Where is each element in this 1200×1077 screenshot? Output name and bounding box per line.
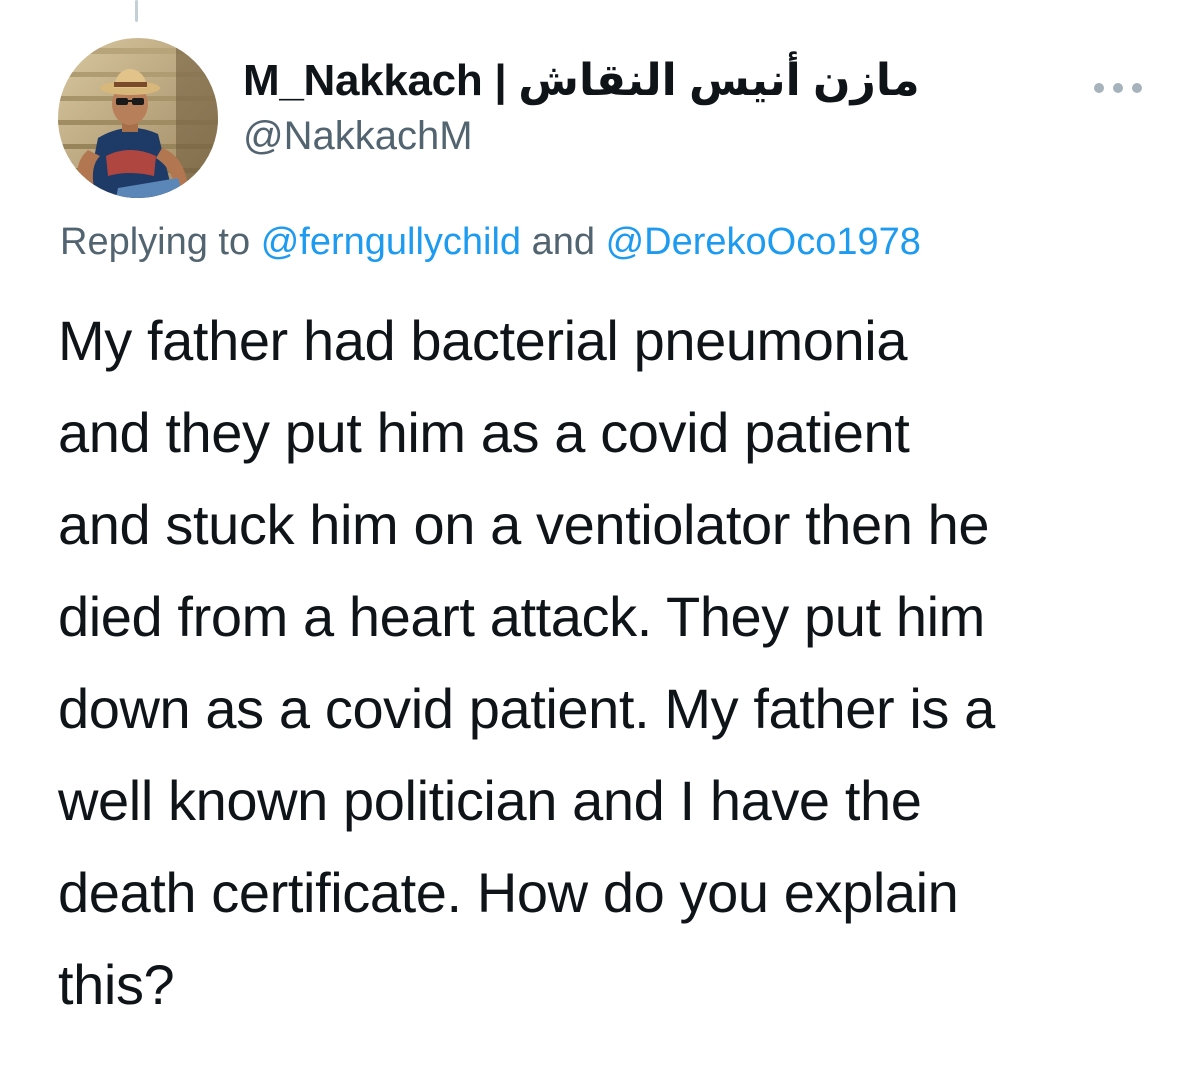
tweet-text-line: down as a covid patient. My father is a <box>58 677 995 740</box>
thread-connector-line <box>135 0 138 22</box>
tweet-text-line: death certificate. How do you explain <box>58 861 959 924</box>
tweet-text-line: died from a heart attack. They put him <box>58 585 985 648</box>
tweet-text-line: this? <box>58 953 175 1016</box>
tweet-text-line: and they put him as a covid patient <box>58 401 910 464</box>
mention-link-ferngullychild[interactable]: @ferngullychild <box>261 221 521 263</box>
tweet-text: My father had bacterial pneumonia and th… <box>58 295 1168 1031</box>
profile-photo-icon <box>58 38 218 198</box>
avatar[interactable] <box>58 38 218 198</box>
more-horizontal-icon <box>1094 83 1104 93</box>
tweet-header: M_Nakkach | مازن أنيس النقاش @NakkachM <box>243 57 920 160</box>
more-horizontal-icon <box>1132 83 1142 93</box>
more-horizontal-icon <box>1113 83 1123 93</box>
replying-to-conjunction: and <box>531 221 596 263</box>
replying-to-label: Replying to <box>60 221 251 263</box>
author-handle[interactable]: @NakkachM <box>243 112 920 160</box>
tweet-text-line: well known politician and I have the <box>58 769 922 832</box>
replying-to: Replying to @ferngullychild and @DerekoO… <box>60 218 921 267</box>
mention-link-derekooco1978[interactable]: @DerekoOco1978 <box>606 221 921 263</box>
tweet-text-line: and stuck him on a ventiolator then he <box>58 493 990 556</box>
author-display-name[interactable]: M_Nakkach | مازن أنيس النقاش <box>243 57 920 104</box>
more-options-button[interactable] <box>1094 76 1142 100</box>
tweet-text-line: My father had bacterial pneumonia <box>58 309 908 372</box>
